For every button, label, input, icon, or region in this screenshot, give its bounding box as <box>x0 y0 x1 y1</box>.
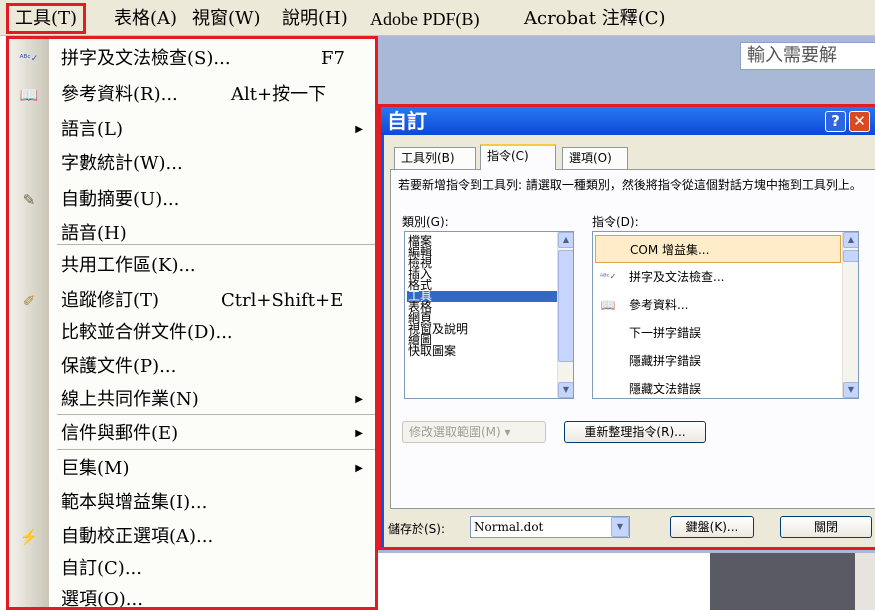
menu-item-shared-workspace[interactable]: 共用工作區(K)... <box>9 251 375 280</box>
customize-dialog: 自訂 ? ✕ 工具列(B) 指令(C) 選項(O) 若要新增指令到工具列: 請選… <box>378 104 875 550</box>
menu-separator <box>57 449 375 450</box>
track-changes-icon: ✐ <box>22 292 36 310</box>
dialog-body: 工具列(B) 指令(C) 選項(O) 若要新增指令到工具列: 請選取一種類別，然… <box>384 135 875 547</box>
menu-item-templates-addins[interactable]: 範本與增益集(I)... <box>9 488 375 517</box>
book-icon: 📖 <box>600 298 616 312</box>
book-icon: 📖 <box>19 86 39 104</box>
scroll-down-icon[interactable]: ▼ <box>558 382 573 398</box>
list-item[interactable]: 隱藏文法錯誤 <box>595 375 841 398</box>
menu-separator <box>57 414 375 415</box>
save-in-select[interactable]: Normal.dot ▼ <box>470 516 630 538</box>
document-page <box>376 553 710 610</box>
submenu-arrow-icon: ▶ <box>355 394 363 405</box>
scroll-down-icon[interactable]: ▼ <box>843 382 858 398</box>
summary-icon: ✎ <box>22 191 36 209</box>
categories-label: 類別(G): <box>402 215 449 229</box>
menu-separator <box>57 244 375 245</box>
menu-window[interactable]: 視窗(W) <box>188 6 265 32</box>
menu-item-online-collaboration[interactable]: 線上共同作業(N) ▶ <box>9 385 375 414</box>
list-item-selected[interactable]: COM 增益集... <box>595 235 841 263</box>
autocorrect-icon: ⚡ <box>19 528 39 546</box>
help-search-input[interactable]: 輸入需要解 <box>740 42 875 70</box>
chevron-down-icon[interactable]: ▼ <box>611 517 629 537</box>
commands-scrollbar[interactable]: ▲ ▼ <box>842 232 858 398</box>
menu-item-autosummarize[interactable]: ✎ 自動摘要(U)... <box>9 185 375 214</box>
close-button[interactable]: 關閉 <box>780 516 872 538</box>
rearrange-commands-button[interactable]: 重新整理指令(R)... <box>564 421 706 443</box>
tab-toolbars[interactable]: 工具列(B) <box>394 147 476 169</box>
menu-item-letters-mailings[interactable]: 信件與郵件(E) ▶ <box>9 419 375 448</box>
submenu-arrow-icon: ▶ <box>355 124 363 135</box>
menu-item-track-changes[interactable]: ✐ 追蹤修訂(T) Ctrl+Shift+E <box>9 286 375 315</box>
document-margin <box>710 553 855 610</box>
menu-item-spelling-grammar[interactable]: ᴬᴮᶜ✓ 拼字及文法檢查(S)... F7 <box>9 44 375 73</box>
menu-item-research[interactable]: 📖 參考資料(R)... Alt+按一下 <box>9 80 375 109</box>
tab-commands[interactable]: 指令(C) <box>480 144 556 170</box>
menu-item-macro[interactable]: 巨集(M) ▶ <box>9 454 375 483</box>
menu-adobe-pdf[interactable]: Adobe PDF(B) <box>366 6 484 32</box>
modify-selection-button[interactable]: 修改選取範圍(M) ▾ <box>402 421 546 443</box>
categories-scrollbar[interactable]: ▲ ▼ <box>557 232 573 398</box>
tab-options[interactable]: 選項(O) <box>562 147 628 169</box>
document-scrollbar[interactable] <box>855 553 875 610</box>
menu-item-customize[interactable]: 自訂(C)... <box>9 554 375 583</box>
submenu-arrow-icon: ▶ <box>355 428 363 439</box>
menu-help[interactable]: 說明(H) <box>278 6 352 32</box>
menu-bar: 工具(T) 表格(A) 視窗(W) 說明(H) Adobe PDF(B) Acr… <box>0 0 875 36</box>
scroll-thumb[interactable] <box>843 250 858 262</box>
help-button[interactable]: ? <box>825 111 846 132</box>
menu-item-compare-merge[interactable]: 比較並合併文件(D)... <box>9 318 375 347</box>
scroll-up-icon[interactable]: ▲ <box>843 232 858 248</box>
save-in-value: Normal.dot <box>474 520 544 534</box>
menu-item-autocorrect-options[interactable]: ⚡ 自動校正選項(A)... <box>9 522 375 551</box>
scroll-up-icon[interactable]: ▲ <box>558 232 573 248</box>
menu-item-language[interactable]: 語言(L) ▶ <box>9 115 375 144</box>
menu-item-options[interactable]: 選項(O)... <box>9 585 375 607</box>
tools-menu: ᴬᴮᶜ✓ 拼字及文法檢查(S)... F7 📖 參考資料(R)... Alt+按… <box>6 36 378 610</box>
list-item[interactable]: 快取圖案 <box>407 345 557 357</box>
list-item[interactable]: 隱藏拼字錯誤 <box>595 347 841 375</box>
submenu-arrow-icon: ▶ <box>355 463 363 474</box>
abc-check-icon: ᴬᴮᶜ✓ <box>19 54 39 64</box>
dialog-title: 自訂 <box>387 109 427 133</box>
instructions-text: 若要新增指令到工具列: 請選取一種類別，然後將指令從這個對話方塊中拖到工具列上。 <box>398 178 862 192</box>
list-item[interactable]: 📖 參考資料... <box>595 291 841 319</box>
keyboard-button[interactable]: 鍵盤(K)... <box>670 516 754 538</box>
menu-table[interactable]: 表格(A) <box>110 6 181 32</box>
list-item[interactable]: 下一拼字錯誤 <box>595 319 841 347</box>
list-item[interactable]: ᴬᴮᶜ✓ 拼字及文法檢查... <box>595 263 841 291</box>
scroll-thumb[interactable] <box>558 250 573 362</box>
close-icon[interactable]: ✕ <box>849 111 870 132</box>
commands-label: 指令(D): <box>592 215 639 229</box>
categories-list[interactable]: 檔案 編輯 檢視 插入 格式 工具 表格 網頁 視窗及說明 繪圖 快取圖案 ▲ … <box>404 231 574 399</box>
menu-item-word-count[interactable]: 字數統計(W)... <box>9 149 375 178</box>
dialog-title-bar[interactable]: 自訂 ? ✕ <box>381 107 875 135</box>
menu-item-protect-document[interactable]: 保護文件(P)... <box>9 352 375 381</box>
commands-list[interactable]: COM 增益集... ᴬᴮᶜ✓ 拼字及文法檢查... 📖 參考資料... 下一拼… <box>592 231 859 399</box>
abc-check-icon: ᴬᴮᶜ✓ <box>599 272 617 281</box>
menu-tools[interactable]: 工具(T) <box>6 3 87 34</box>
save-in-label: 儲存於(S): <box>388 522 446 536</box>
menu-acrobat-comments[interactable]: Acrobat 注釋(C) <box>520 6 670 32</box>
